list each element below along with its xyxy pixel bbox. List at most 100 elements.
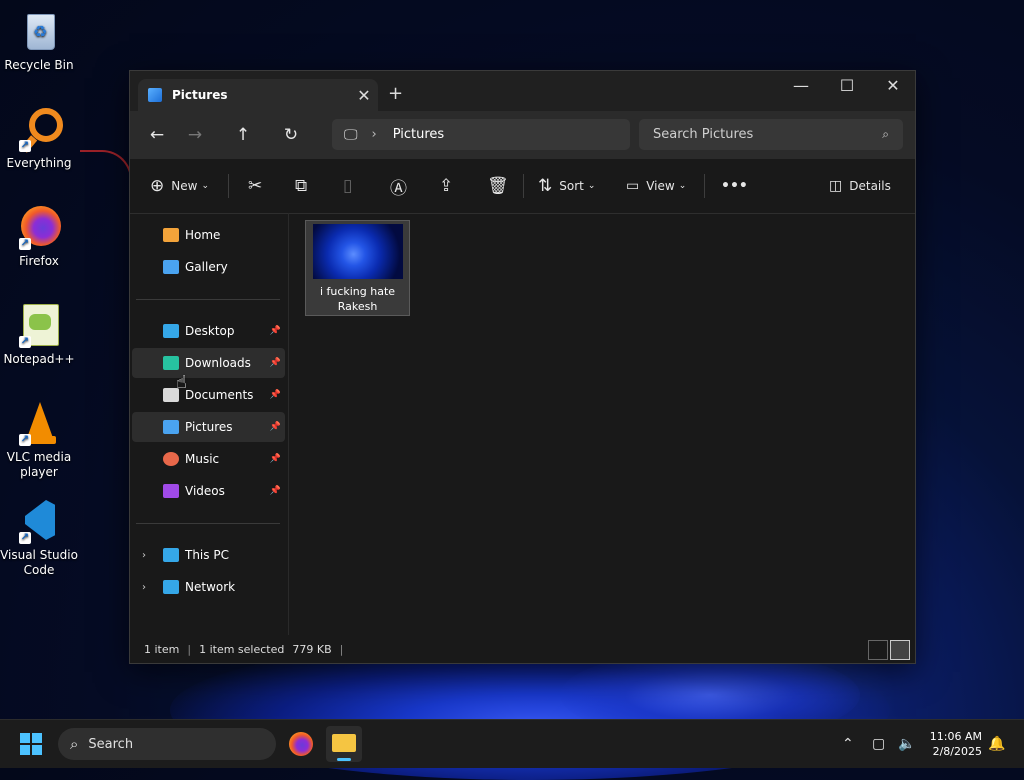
plus-circle-icon: ⊕ xyxy=(150,176,165,196)
monitor-icon: 🖵 xyxy=(344,126,358,143)
music-icon xyxy=(163,452,179,466)
nav-label: Downloads xyxy=(185,356,251,370)
view-button[interactable]: ▭ View ⌄ xyxy=(626,168,686,204)
image-thumbnail xyxy=(312,224,403,279)
nav-downloads[interactable]: Downloads 📌 xyxy=(132,348,285,378)
paste-button[interactable]: ▯ xyxy=(343,168,352,204)
back-button[interactable]: ← xyxy=(138,117,176,153)
share-button[interactable]: ⇪ xyxy=(439,168,453,204)
chevron-up-icon: ⌃ xyxy=(842,736,854,752)
volume-tray-icon[interactable]: 🔈 xyxy=(898,720,915,768)
nav-music[interactable]: Music 📌 xyxy=(132,444,285,474)
firefox-icon xyxy=(289,732,313,756)
taskbar-file-explorer[interactable] xyxy=(326,726,362,762)
file-item[interactable]: i fucking hate Rakesh xyxy=(305,220,410,316)
show-hidden-icons-button[interactable]: ⌃ xyxy=(842,720,854,768)
notifications-button[interactable]: 🔔 xyxy=(988,720,1005,768)
nav-network[interactable]: › Network xyxy=(132,572,285,602)
taskbar-search[interactable]: ⌕ Search xyxy=(58,728,276,760)
pin-icon[interactable]: 📌 xyxy=(270,486,281,496)
up-button[interactable]: ↑ xyxy=(224,117,262,153)
chevron-right-icon[interactable]: › xyxy=(142,550,146,561)
item-count: 1 item xyxy=(144,642,180,656)
pin-icon[interactable]: 📌 xyxy=(270,454,281,464)
address-bar-row: ← → ↑ ↻ 🖵 › Pictures Search Pictures ⌕ xyxy=(130,111,915,159)
file-explorer-window: Pictures ✕ + — ☐ ✕ ← → ↑ ↻ 🖵 › Pictures … xyxy=(129,70,916,664)
nav-label: Home xyxy=(185,228,221,242)
pictures-folder-icon xyxy=(148,88,162,102)
clipboard-icon: ▯ xyxy=(343,176,353,196)
refresh-button[interactable]: ↻ xyxy=(272,117,310,153)
nav-pictures[interactable]: Pictures 📌 xyxy=(132,412,285,442)
nav-documents[interactable]: Documents 📌 xyxy=(132,380,285,410)
search-field[interactable]: Search Pictures ⌕ xyxy=(639,119,903,150)
clock[interactable]: 11:06 AM 2/8/2025 xyxy=(930,729,982,759)
sort-icon: ⇅ xyxy=(538,176,553,196)
details-button[interactable]: ◫ Details xyxy=(829,168,891,204)
desktop-icon-notepad-plus-plus[interactable]: ↗ Notepad++ xyxy=(0,302,78,367)
network-tray-icon[interactable]: ▢ xyxy=(872,720,885,768)
breadcrumb-pictures[interactable]: Pictures xyxy=(393,127,444,142)
nav-label: Network xyxy=(185,580,236,594)
more-options-button[interactable]: ••• xyxy=(721,168,748,204)
tab-pictures[interactable]: Pictures ✕ xyxy=(138,79,378,111)
nav-label: This PC xyxy=(185,548,229,562)
address-field[interactable]: 🖵 › Pictures xyxy=(332,119,630,150)
home-icon xyxy=(163,228,179,242)
title-bar: Pictures ✕ + — ☐ ✕ xyxy=(130,71,915,111)
pin-icon[interactable]: 📌 xyxy=(270,358,281,368)
maximize-button[interactable]: ☐ xyxy=(824,71,870,103)
divider xyxy=(704,174,705,198)
delete-button[interactable]: 🗑 xyxy=(487,168,509,204)
start-button[interactable] xyxy=(20,733,42,755)
folder-icon xyxy=(332,734,356,752)
desktop-icon-vlc[interactable]: ↗ VLC media player xyxy=(0,400,78,480)
desktop-icon-firefox[interactable]: ↗ Firefox xyxy=(0,204,78,269)
forward-button[interactable]: → xyxy=(176,117,214,153)
taskbar-firefox[interactable] xyxy=(283,726,319,762)
desktop-icon-label: Recycle Bin xyxy=(4,58,74,72)
tab-close-icon[interactable]: ✕ xyxy=(350,86,378,105)
pin-icon[interactable]: 📌 xyxy=(270,390,281,400)
rename-button[interactable]: Ⓐ xyxy=(390,168,407,204)
clock-date: 2/8/2025 xyxy=(932,745,982,758)
view-label: View xyxy=(646,179,675,193)
file-list: i fucking hate Rakesh xyxy=(290,213,915,635)
tab-title: Pictures xyxy=(172,88,228,102)
close-button[interactable]: ✕ xyxy=(870,71,916,103)
new-button[interactable]: ⊕ New ⌄ xyxy=(150,168,209,204)
vlc-cone-icon: ↗ xyxy=(15,400,63,446)
breadcrumb-chevron-icon: › xyxy=(371,127,377,142)
nav-videos[interactable]: Videos 📌 xyxy=(132,476,285,506)
nav-label: Music xyxy=(185,452,220,466)
chevron-right-icon[interactable]: › xyxy=(142,582,146,593)
copy-button[interactable]: ⧉ xyxy=(295,168,307,204)
desktop-icon-recycle-bin[interactable]: ♻ Recycle Bin xyxy=(0,8,78,73)
cut-button[interactable]: ✂ xyxy=(248,168,262,204)
taskbar-search-label: Search xyxy=(88,736,134,752)
large-icons-view-icon[interactable] xyxy=(890,640,910,660)
desktop-icon-vscode[interactable]: ↗ Visual Studio Code xyxy=(0,498,78,578)
command-bar: ⊕ New ⌄ ✂ ⧉ ▯ Ⓐ ⇪ 🗑 ⇅ Sort ⌄ ▭ View ⌄ ••… xyxy=(130,159,915,214)
new-tab-button[interactable]: + xyxy=(388,83,403,104)
desktop-icon-everything[interactable]: ↗ Everything xyxy=(0,106,78,171)
nav-gallery[interactable]: Gallery xyxy=(132,252,285,282)
desktop-icon-label: Notepad++ xyxy=(3,352,75,366)
pin-icon[interactable]: 📌 xyxy=(270,326,281,336)
network-status-icon: ▢ xyxy=(872,736,886,752)
minimize-button[interactable]: — xyxy=(778,71,824,103)
share-icon: ⇪ xyxy=(439,176,454,196)
nav-label: Pictures xyxy=(185,420,233,434)
sort-button[interactable]: ⇅ Sort ⌄ xyxy=(538,168,595,204)
nav-desktop[interactable]: Desktop 📌 xyxy=(132,316,285,346)
details-view-icon[interactable] xyxy=(868,640,888,660)
nav-this-pc[interactable]: › This PC xyxy=(132,540,285,570)
notepad-plus-plus-icon: ↗ xyxy=(15,302,63,348)
this-pc-icon xyxy=(163,548,179,562)
desktop-icon-label: Firefox xyxy=(19,254,59,268)
red-annotation-stroke xyxy=(80,150,132,242)
nav-home[interactable]: Home xyxy=(132,220,285,250)
nav-label: Desktop xyxy=(185,324,235,338)
pin-icon[interactable]: 📌 xyxy=(270,422,281,432)
chevron-down-icon: ⌄ xyxy=(678,181,687,191)
